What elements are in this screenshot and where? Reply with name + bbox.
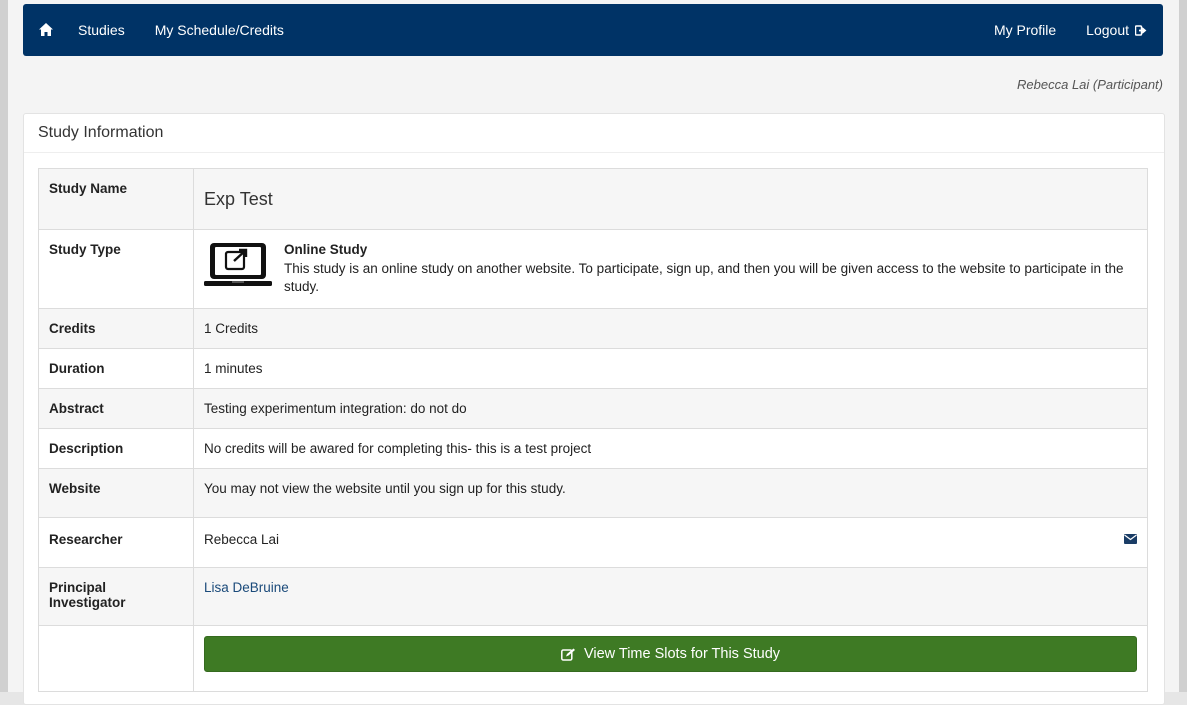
row-website: Website You may not view the website unt…	[38, 468, 1148, 518]
study-name-cell: Exp Test	[193, 168, 1148, 230]
nav-schedule-link[interactable]: My Schedule/Credits	[155, 22, 284, 38]
study-info-panel: Study Information Study Name Exp Test St…	[23, 113, 1165, 705]
study-type-cell: Online Study This study is an online stu…	[193, 229, 1148, 309]
abstract-value: Testing experimentum integration: do not…	[193, 388, 1148, 429]
study-type-title: Online Study	[284, 242, 368, 257]
row-description: Description No credits will be awared fo…	[38, 428, 1148, 469]
nav-profile-link[interactable]: My Profile	[994, 22, 1056, 38]
row-duration: Duration 1 minutes	[38, 348, 1148, 389]
description-label: Description	[38, 428, 194, 469]
sign-out-icon	[1135, 24, 1147, 36]
nav-logout-link[interactable]: Logout	[1086, 22, 1147, 38]
current-user-label: Rebecca Lai (Participant)	[1017, 77, 1163, 92]
left-gutter	[0, 0, 8, 692]
panel-title: Study Information	[24, 114, 1164, 153]
description-value: No credits will be awared for completing…	[193, 428, 1148, 469]
duration-label: Duration	[38, 348, 194, 389]
row-abstract: Abstract Testing experimentum integratio…	[38, 388, 1148, 429]
website-label: Website	[38, 468, 194, 518]
home-icon[interactable]	[38, 22, 54, 38]
row-credits: Credits 1 Credits	[38, 308, 1148, 349]
laptop-external-link-icon	[204, 242, 272, 291]
logout-label: Logout	[1086, 22, 1129, 38]
row-action: View Time Slots for This Study	[38, 625, 1148, 692]
credits-value: 1 Credits	[193, 308, 1148, 349]
pi-cell: Lisa DeBruine	[193, 567, 1148, 626]
study-type-description: This study is an online study on another…	[284, 261, 1124, 294]
study-name-label: Study Name	[38, 168, 194, 230]
view-time-slots-label: View Time Slots for This Study	[583, 646, 781, 662]
nav-studies-link[interactable]: Studies	[78, 22, 125, 38]
row-study-type: Study Type Online Study This study is an…	[38, 229, 1148, 309]
view-time-slots-button[interactable]: View Time Slots for This Study	[204, 636, 1137, 672]
study-info-table: Study Name Exp Test Study Type Online St…	[38, 168, 1148, 692]
action-cell: View Time Slots for This Study	[193, 625, 1148, 692]
pi-name-link[interactable]: Lisa DeBruine	[204, 580, 289, 595]
abstract-label: Abstract	[38, 388, 194, 429]
page: Studies My Schedule/Credits My Profile L…	[8, 0, 1179, 705]
edit-icon	[560, 648, 575, 661]
top-navbar: Studies My Schedule/Credits My Profile L…	[23, 4, 1163, 56]
researcher-label: Researcher	[38, 517, 194, 568]
pi-label: Principal Investigator	[38, 567, 194, 626]
row-study-name: Study Name Exp Test	[38, 168, 1148, 230]
nav-right-group: My Profile Logout	[964, 22, 1163, 38]
study-type-label: Study Type	[38, 229, 194, 309]
row-principal-investigator: Principal Investigator Lisa DeBruine	[38, 567, 1148, 626]
row-researcher: Researcher Rebecca Lai	[38, 517, 1148, 568]
page-scrollbar[interactable]	[1179, 0, 1187, 692]
action-empty-label	[38, 625, 194, 692]
credits-label: Credits	[38, 308, 194, 349]
researcher-cell: Rebecca Lai	[193, 517, 1148, 568]
study-name-value: Exp Test	[204, 189, 273, 209]
website-value: You may not view the website until you s…	[193, 468, 1148, 518]
duration-value: 1 minutes	[193, 348, 1148, 389]
researcher-name: Rebecca Lai	[204, 532, 280, 547]
envelope-icon[interactable]	[1124, 532, 1137, 547]
